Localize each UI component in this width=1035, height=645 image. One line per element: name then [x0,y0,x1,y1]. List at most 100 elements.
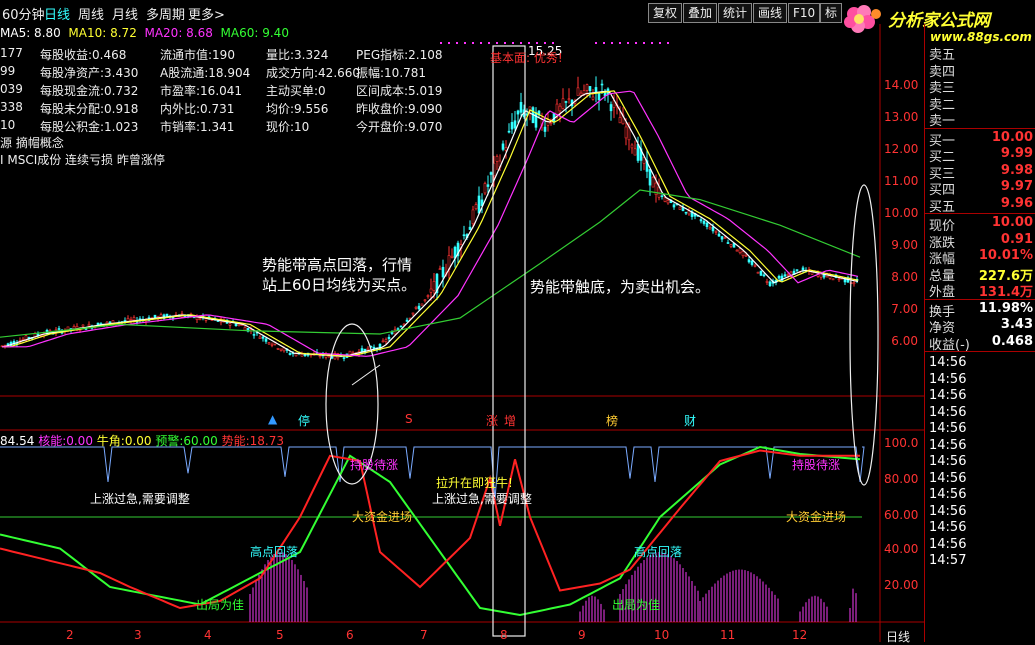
quote-value: 0.91 [1000,231,1033,247]
quote-label: 买五 [929,199,956,215]
candle-body [288,353,292,355]
candle-body [237,323,241,327]
tick-row: 14:56 [927,405,1035,423]
event-markers: ▲ 停 S 涨 增 榜 财 [0,412,880,428]
marker-arrow-icon: ▲ [268,412,278,426]
candle-body [534,112,538,128]
ind-core-label: 核能: [38,434,67,448]
marker-suspend[interactable]: 停 [298,412,310,429]
ask-row: 卖二 [927,94,1035,113]
price-tick: 9.00 [891,238,918,252]
ask-row: 卖四 [927,61,1035,80]
candle-body [756,271,760,274]
marker-increase[interactable]: 增 [504,412,516,429]
candle-body [258,336,262,339]
candle-body [81,324,85,327]
candle-body [831,278,835,281]
candle-body [126,318,130,322]
indicator-tick: 100.0 [884,436,919,450]
candle-body [549,122,553,125]
bid-row: 买三 9.98 [927,163,1035,182]
candle-body [243,327,247,331]
ind-core-value: 0.00 [66,434,93,448]
marker-limit-up[interactable]: 涨 [486,412,498,429]
indicator-tick: 60.00 [884,508,919,522]
candle-body [57,328,61,330]
ind-energy-label: 势能: [221,434,250,448]
note-sell-point: 势能带触底，为卖出机会。 [530,278,711,296]
candle-body [567,98,571,101]
candle-body [519,102,523,113]
candle-body [741,251,745,257]
candle-body [198,318,202,321]
candle-body [507,130,511,133]
candle-body [609,104,613,112]
candle-body [252,334,256,336]
tick-row: 14:56 [927,355,1035,373]
candle-body [411,312,415,315]
quote-label: 卖一 [929,114,956,129]
panel-divider [925,298,1035,300]
price-tick: 12.00 [884,142,919,156]
ask-row: 卖三 [927,77,1035,96]
candle-body [132,317,136,321]
candle-body [747,259,751,263]
candle-body [279,348,283,351]
marker-s[interactable]: S [405,412,413,426]
candle-body [699,219,703,222]
candle-body [318,355,322,358]
energy-red-curve [0,449,860,610]
candle-body [795,269,799,271]
ind-warn-value: 60.00 [183,434,218,448]
stat-row: 涨幅 10.01% [927,248,1035,267]
x-tick: 8 [500,628,508,642]
tick-row: 14:56 [927,421,1035,439]
quote-value: 11.98% [978,300,1033,316]
candle-body [396,328,400,330]
indicator-series [0,445,865,622]
ann-rally: 拉升在即狂牛! [436,476,513,490]
indicator-tick: 20.00 [884,578,919,592]
stat-row: 现价 10.00 [927,215,1035,234]
x-tick: 6 [346,628,354,642]
ma60-line [0,189,861,338]
tick-time: 14:57 [929,553,967,568]
note-buy-point-line1: 势能带高点回落，行情 [262,256,413,274]
panel-divider [925,213,1035,214]
tick-time: 14:56 [929,536,967,552]
price-tick: 13.00 [884,110,919,124]
candle-body [513,120,517,129]
candle-body [426,295,430,297]
x-tick: 11 [720,628,736,642]
candle-body [543,126,547,132]
candle-body [636,144,640,161]
candle-body [711,226,715,232]
tick-time: 14:56 [929,437,967,453]
tick-time: 14:56 [929,503,967,519]
quote-label: 外盘 [929,285,956,300]
tick-row: 14:56 [927,438,1035,456]
price-tick: 11.00 [884,174,919,188]
marker-list[interactable]: 榜 [606,412,618,429]
marker-finance[interactable]: 财 [684,412,696,429]
price-tick: 14.00 [884,78,919,92]
candle-body [438,268,442,271]
candle-body [582,90,586,95]
candle-body [762,274,766,277]
x-tick: 12 [792,628,808,642]
candle-body [432,281,436,291]
fundamental-note: 基本面: 优秀! [490,51,563,65]
indicator-tick: 40.00 [884,542,919,556]
candle-body [648,169,652,186]
tick-row: 14:56 [927,372,1035,390]
candle-body [462,234,466,237]
ann-big-money-left: 大资金进场 [352,510,413,524]
ann-high-fall-left: 高点回落 [250,545,299,559]
bid-row: 买五 9.96 [927,196,1035,215]
candle-body [36,333,40,336]
candle-body [165,313,169,317]
tick-row: 14:56 [927,388,1035,406]
candle-body [618,117,622,124]
tick-time: 14:56 [929,404,967,420]
candlestick-series [0,76,859,362]
